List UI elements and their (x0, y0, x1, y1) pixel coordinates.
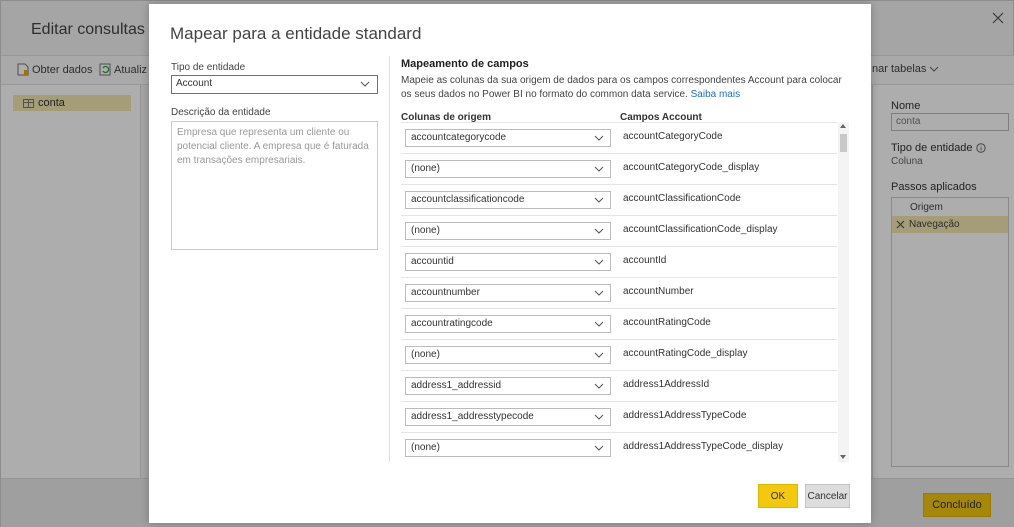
mapping-row: address1_addressid address1AddressId (401, 371, 837, 402)
mapping-row: accountclassificationcode accountClassifi… (401, 185, 837, 216)
cancel-button[interactable]: Cancelar (805, 484, 850, 508)
source-column-value: (none) (411, 442, 440, 453)
chevron-down-icon (594, 445, 604, 451)
account-field-name: accountClassificationCode (623, 193, 741, 204)
ok-button[interactable]: OK (758, 484, 798, 508)
account-field-name: address1AddressTypeCode (623, 410, 747, 421)
chevron-down-icon (594, 290, 604, 296)
chevron-down-icon (360, 81, 370, 87)
source-column-value: accountid (411, 256, 454, 267)
source-column-value: accountclassificationcode (411, 194, 525, 205)
scroll-thumb[interactable] (840, 134, 847, 152)
account-field-name: accountClassificationCode_display (623, 224, 778, 235)
mapping-description: Mapeie as colunas da sua origem de dados… (401, 74, 853, 102)
mapping-title: Mapeamento de campos (401, 58, 529, 70)
entity-description-label: Descrição da entidade (171, 107, 271, 118)
account-field-name: address1AddressTypeCode_display (623, 441, 784, 452)
source-column-select[interactable]: (none) (405, 160, 611, 178)
source-column-value: accountcategorycode (411, 132, 507, 143)
entity-description-box: Empresa que representa um cliente ou pot… (171, 121, 378, 250)
mapping-row: (none) accountClassificationCode_display (401, 216, 837, 247)
source-column-select[interactable]: (none) (405, 222, 611, 240)
source-column-value: address1_addresstypecode (411, 411, 534, 422)
account-field-name: accountRatingCode_display (623, 348, 748, 359)
account-field-name: address1AddressId (623, 379, 710, 390)
account-field-name: accountCategoryCode (623, 131, 723, 142)
source-column-select[interactable]: accountnumber (405, 284, 611, 302)
mapping-row: accountid accountId (401, 247, 837, 278)
source-column-select[interactable]: (none) (405, 439, 611, 457)
dialog-title: Mapear para a entidade standard (170, 24, 422, 43)
source-column-value: accountnumber (411, 287, 480, 298)
chevron-down-icon (594, 259, 604, 265)
account-field-name: accountId (623, 255, 667, 266)
map-standard-entity-dialog: Mapear para a entidade standard Tipo de … (149, 4, 871, 523)
source-column-select[interactable]: accountclassificationcode (405, 191, 611, 209)
account-field-name: accountNumber (623, 286, 694, 297)
account-field-name: accountCategoryCode_display (623, 162, 760, 173)
mapping-row: (none) address1AddressTypeCode_display (401, 433, 837, 462)
chevron-down-icon (594, 197, 604, 203)
scroll-down-icon[interactable] (840, 455, 846, 459)
entity-panel: Tipo de entidade Account Descrição da en… (171, 62, 378, 250)
entity-type-select[interactable]: Account (171, 75, 378, 94)
source-column-select[interactable]: (none) (405, 346, 611, 364)
mapping-row: accountcategorycode accountCategoryCode (401, 123, 837, 154)
field-mapping-header: Mapeamento de campos Mapeie as colunas d… (401, 58, 853, 123)
mapping-row: address1_addresstypecode address1AddressT… (401, 402, 837, 433)
mapping-row: (none) accountCategoryCode_display (401, 154, 837, 185)
source-column-select[interactable]: address1_addressid (405, 377, 611, 395)
chevron-down-icon (594, 135, 604, 141)
chevron-down-icon (594, 166, 604, 172)
source-column-select[interactable]: accountid (405, 253, 611, 271)
chevron-down-icon (594, 383, 604, 389)
source-column-value: accountratingcode (411, 318, 493, 329)
chevron-down-icon (594, 228, 604, 234)
source-column-value: (none) (411, 225, 440, 236)
source-column-select[interactable]: address1_addresstypecode (405, 408, 611, 426)
chevron-down-icon (594, 414, 604, 420)
mapping-rows: accountcategorycode accountCategoryCode (n… (401, 122, 837, 462)
scroll-up-icon[interactable] (840, 124, 846, 128)
entity-type-value: Account (176, 78, 213, 89)
chevron-down-icon (594, 321, 604, 327)
source-column-select[interactable]: accountcategorycode (405, 129, 611, 147)
mapping-row: (none) accountRatingCode_display (401, 340, 837, 371)
source-column-select[interactable]: accountratingcode (405, 315, 611, 333)
source-column-value: (none) (411, 163, 440, 174)
mapping-scrollbar[interactable] (838, 122, 849, 462)
account-field-name: accountRatingCode (623, 317, 711, 328)
source-column-value: address1_addressid (411, 380, 502, 391)
mapping-row: accountratingcode accountRatingCode (401, 309, 837, 340)
panel-divider (389, 56, 390, 462)
source-column-value: (none) (411, 349, 440, 360)
chevron-down-icon (594, 352, 604, 358)
mapping-description-text: Mapeie as colunas da sua origem de dados… (401, 75, 842, 100)
entity-type-label: Tipo de entidade (171, 62, 246, 73)
learn-more-link[interactable]: Saiba mais (691, 89, 740, 100)
mapping-row: accountnumber accountNumber (401, 278, 837, 309)
